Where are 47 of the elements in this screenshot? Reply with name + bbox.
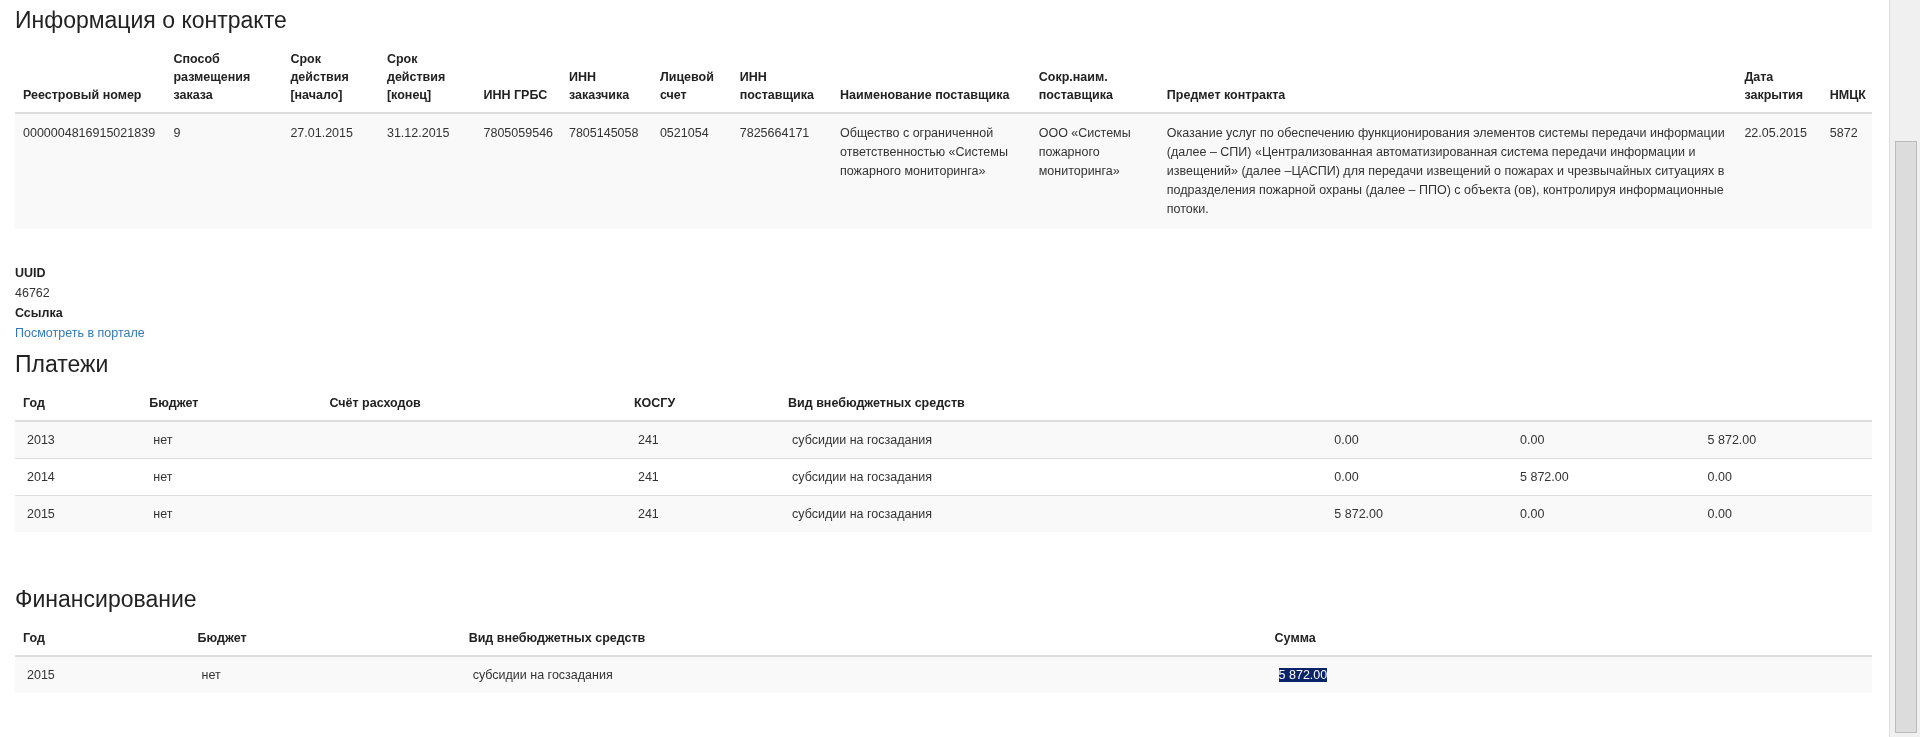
table-cell: 0.00 [1520, 433, 1545, 447]
table-cell: субсидии на госзадания [792, 433, 933, 447]
table-cell: нет [153, 470, 173, 484]
table-cell: субсидии на госзадания [792, 507, 933, 521]
table-cell: 0.00 [1334, 470, 1359, 484]
table-cell: 2013 [27, 433, 55, 447]
table-cell: Общество с ограниченной ответственностью «Системы пожарного мониторинга» [832, 113, 1031, 229]
field-label: Ссылка [15, 306, 63, 320]
table-cell: 7825664171 [731, 113, 833, 229]
table-cell: 5 872.00 [1334, 507, 1383, 521]
scrollbar-thumb[interactable] [1895, 141, 1917, 733]
table-cell: нет [153, 433, 173, 447]
table-cell: 2014 [27, 470, 55, 484]
table-cell: 241 [637, 433, 659, 447]
table-cell: 7805059546 [475, 113, 561, 229]
table-cell: Оказание услуг по обеспечению функционирования элементов системы передачи информации (далее – СПИ) «Централизованная автоматизированная система передачи информации и извещений» (далее –ЦАСПИ) для передачи извещений о пожарах и чрезвычайных ситуациях в подразделения пожарной охраны (далее – ППО) с объекта (ов), контролируя информационные потоки. [1158, 113, 1737, 229]
table-cell: 0.00 [1707, 470, 1732, 484]
table-cell: 5 872.00 [1707, 433, 1757, 447]
table-cell: 5 872.00 [1520, 470, 1569, 484]
section-title: Платежи [15, 351, 110, 378]
field-value: 46762 [15, 286, 50, 300]
table-cell: нет [153, 507, 173, 521]
table-cell: 9 [165, 113, 283, 229]
field-label: UUID [15, 266, 46, 280]
table-cell: 27.01.2015 [282, 113, 379, 229]
table-cell: субсидии на госзадания [472, 668, 613, 682]
table-cell: 22.05.2015 [1736, 113, 1822, 229]
table-cell: нет [201, 668, 221, 682]
portal-link[interactable]: Посмотреть в портале [15, 326, 145, 340]
table-cell: субсидии на госзадания [792, 470, 933, 484]
table-cell: 2015 [27, 507, 55, 521]
table-cell: 5872 [1821, 113, 1872, 229]
table-cell: 241 [637, 507, 659, 521]
table-cell: 2015 [27, 668, 55, 682]
table-cell: 0.00 [1334, 433, 1359, 447]
table-cell: 0521054 [651, 113, 732, 229]
table-cell: 241 [637, 470, 659, 484]
section-title: Финансирование [15, 586, 198, 613]
table-cell: 0.00 [1707, 507, 1732, 521]
table-cell: 31.12.2015 [378, 113, 476, 229]
table-cell: 7805145058 [560, 113, 652, 229]
table-cell: 5 872.00 [1278, 668, 1328, 682]
table-cell: 0000004816915021839 [15, 113, 166, 229]
scrollbar[interactable] [1889, 0, 1920, 737]
table-cell: 0.00 [1520, 507, 1545, 521]
table-cell: ООО «Системы пожарного мониторинга» [1030, 113, 1159, 229]
section-title: Информация о контракте [15, 7, 288, 34]
